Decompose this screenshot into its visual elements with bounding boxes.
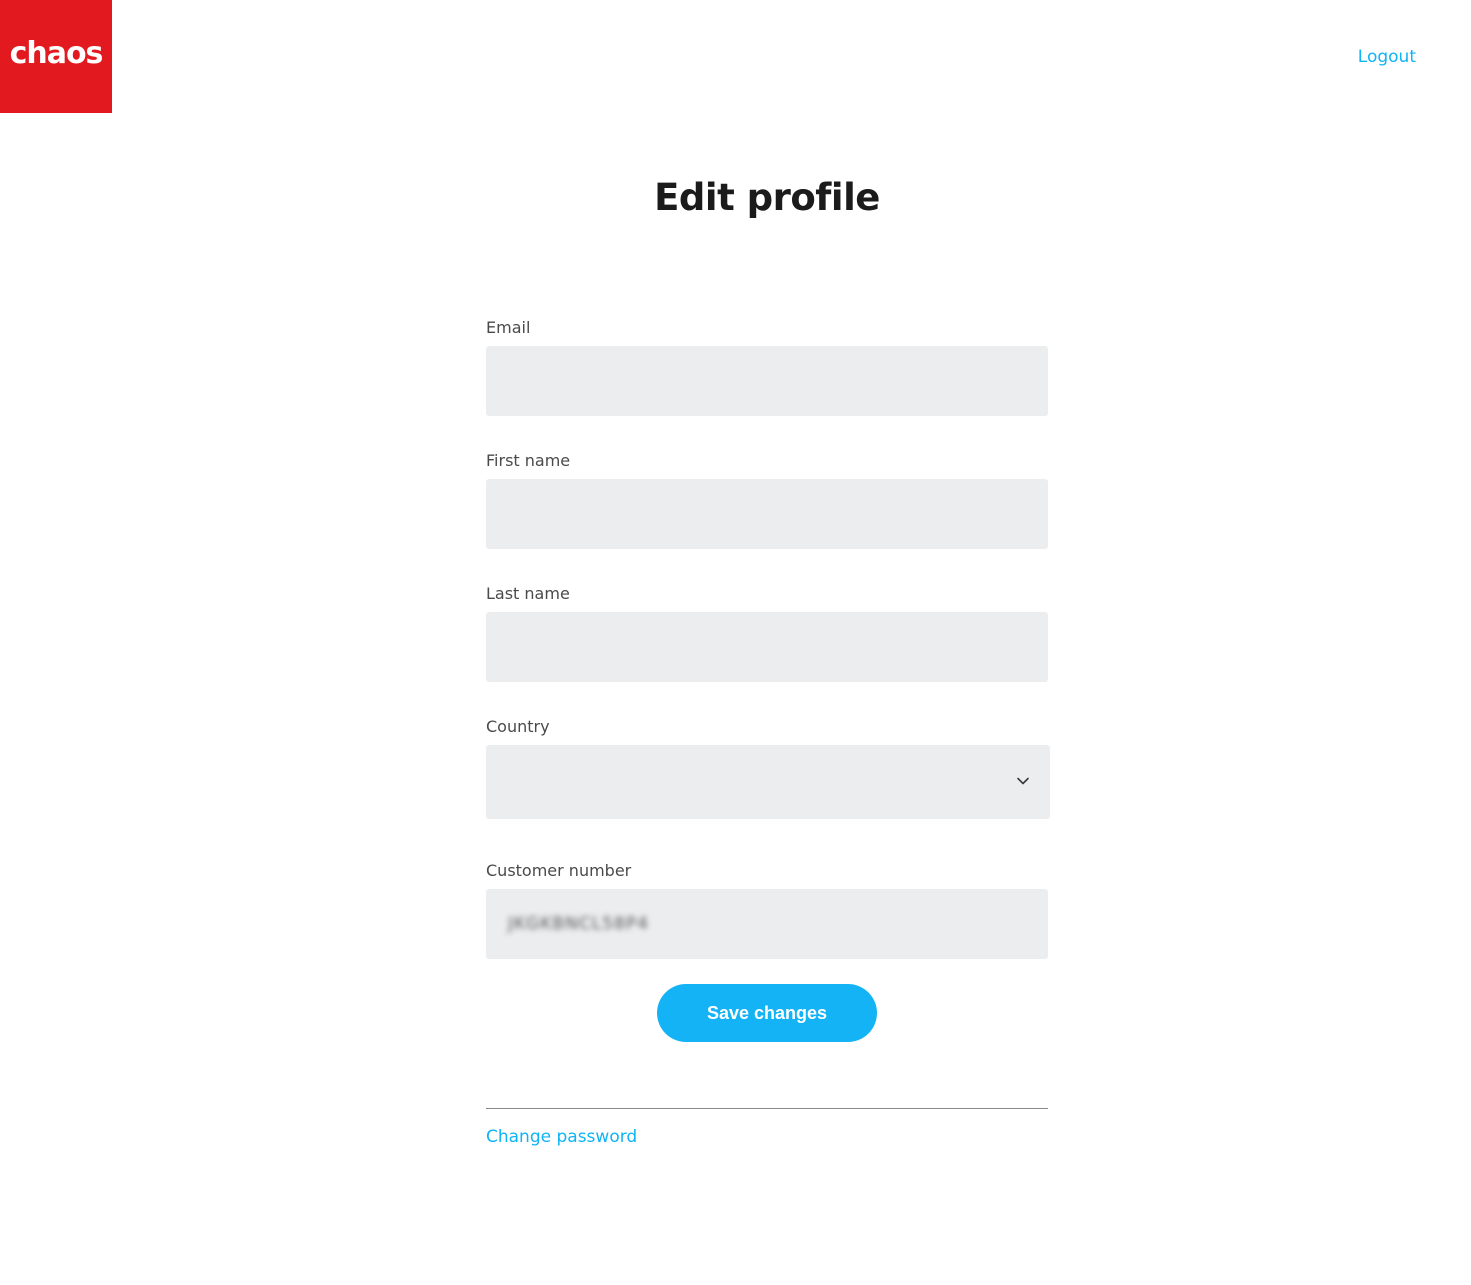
email-label: Email <box>486 318 531 337</box>
customer-number-value: JKGKBNCL58P4 <box>508 914 649 934</box>
divider <box>486 1108 1048 1109</box>
logout-link[interactable]: Logout <box>1358 47 1416 67</box>
customer-number-label: Customer number <box>486 861 632 880</box>
save-row: Save changes <box>486 984 1048 1042</box>
last-name-label: Last name <box>486 584 570 603</box>
first-name-field[interactable] <box>486 479 1048 549</box>
save-changes-button[interactable]: Save changes <box>657 984 877 1042</box>
edit-profile-form: Email First name Last name Country Custo… <box>486 318 1050 1147</box>
first-name-label: First name <box>486 451 571 470</box>
last-name-field[interactable] <box>486 612 1048 682</box>
customer-number-field: JKGKBNCL58P4 <box>486 889 1048 959</box>
change-password-link[interactable]: Change password <box>486 1127 637 1147</box>
chevron-down-icon <box>1017 777 1029 785</box>
email-field[interactable] <box>486 346 1048 416</box>
country-label: Country <box>486 717 550 736</box>
page: chaos Logout Edit profile Email First na… <box>0 0 1471 1285</box>
chaos-logo[interactable]: chaos <box>0 0 112 113</box>
logo-text: chaos <box>9 36 104 71</box>
page-title: Edit profile <box>654 176 880 219</box>
country-select[interactable] <box>486 745 1050 819</box>
